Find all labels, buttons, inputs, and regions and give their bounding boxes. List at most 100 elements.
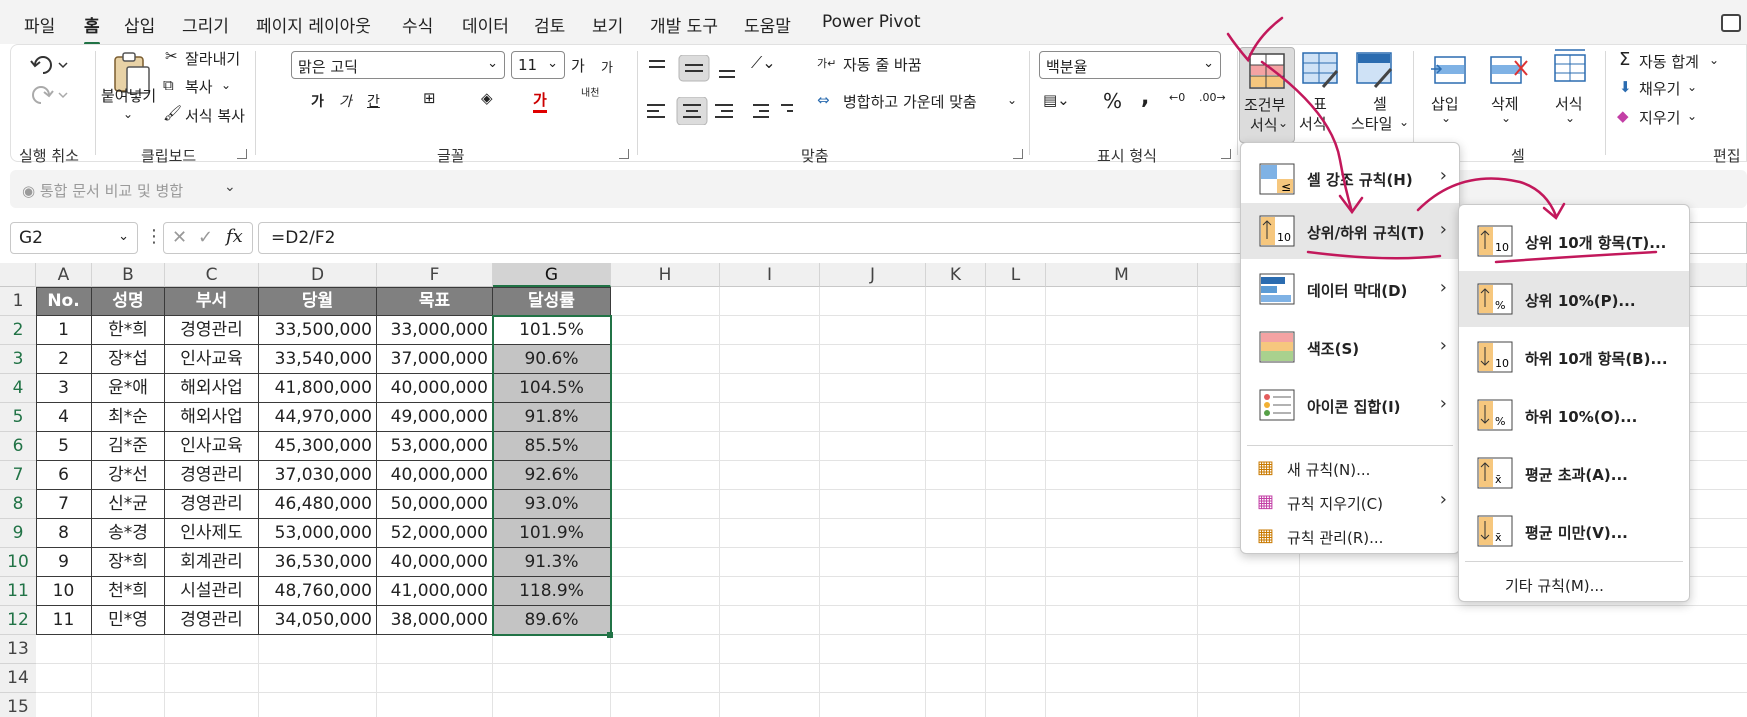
column-header[interactable]: J (820, 263, 926, 287)
column-header[interactable]: I (720, 263, 820, 287)
redo-icon[interactable] (29, 81, 69, 107)
vertical-align-icons[interactable] (643, 55, 743, 83)
menu-item-more-rules[interactable]: 기타 규칙(M)... (1459, 567, 1689, 601)
row-header[interactable]: 12 (0, 606, 36, 635)
table-cell[interactable]: 33,500,000 (259, 316, 377, 345)
shrink-font-button[interactable]: 가 (601, 57, 613, 76)
table-cell[interactable]: 7 (36, 490, 92, 519)
table-cell[interactable]: 3 (36, 374, 92, 403)
copy-button[interactable]: 복사 (185, 76, 213, 97)
chevron-down-icon[interactable]: ⌄ (123, 107, 133, 121)
table-cell[interactable]: 민*영 (92, 606, 165, 635)
chevron-down-icon[interactable]: ⌄ (1441, 111, 1451, 125)
menu-item-color-scales[interactable]: 색조(S) › (1241, 319, 1459, 375)
table-cell[interactable]: 53,000,000 (259, 519, 377, 548)
phonetic-button[interactable]: 내천 (581, 89, 601, 99)
table-cell[interactable]: 50,000,000 (377, 490, 493, 519)
column-header[interactable]: C (165, 263, 259, 287)
table-cell[interactable]: 40,000,000 (377, 461, 493, 490)
row-header[interactable]: 10 (0, 548, 36, 577)
fill-handle[interactable] (607, 632, 613, 638)
more-options-icon[interactable]: ⋮ (145, 226, 163, 247)
column-header[interactable]: K (926, 263, 986, 287)
table-cell[interactable]: 시설관리 (165, 577, 259, 606)
table-cell[interactable]: 36,530,000 (259, 548, 377, 577)
table-cell[interactable]: 김*준 (92, 432, 165, 461)
fill-button[interactable]: 채우기 (1639, 78, 1680, 99)
table-cell[interactable]: 11 (36, 606, 92, 635)
tab-data[interactable]: 데이터 (462, 12, 509, 37)
format-as-table-label-1[interactable]: 표 (1313, 93, 1327, 114)
bold-button[interactable]: 가 (311, 91, 324, 111)
autosum-button[interactable]: 자동 합계 (1639, 51, 1699, 72)
table-cell[interactable]: 경영관리 (165, 461, 259, 490)
table-cell[interactable]: 49,000,000 (377, 403, 493, 432)
compare-merge-button[interactable]: ◉ 통합 문서 비교 및 병합 (22, 180, 183, 201)
decrease-decimal-icon[interactable]: .00→ (1199, 91, 1226, 104)
font-size-select[interactable]: 11 ⌄ (511, 51, 565, 79)
table-cell[interactable]: 강*선 (92, 461, 165, 490)
tab-formulas[interactable]: 수식 (402, 12, 433, 37)
tab-home[interactable]: 홈 (84, 12, 100, 45)
menu-item-top-10-items[interactable]: 10 상위 10개 항목(T)... (1459, 213, 1689, 269)
row-header[interactable]: 5 (0, 403, 36, 432)
accounting-icon[interactable]: ▤⌄ (1043, 91, 1070, 109)
chevron-down-icon[interactable]: ⌄ (1709, 53, 1719, 67)
table-cell[interactable]: 10 (36, 577, 92, 606)
table-cell[interactable]: 44,970,000 (259, 403, 377, 432)
comments-icon[interactable] (1721, 14, 1741, 32)
table-header-cell[interactable]: 당월 (259, 287, 377, 316)
row-header[interactable]: 7 (0, 461, 36, 490)
table-cell[interactable]: 37,000,000 (377, 345, 493, 374)
table-cell[interactable]: 33,000,000 (377, 316, 493, 345)
chevron-down-icon[interactable]: ⌄ (1399, 115, 1409, 129)
table-cell[interactable]: 40,000,000 (377, 548, 493, 577)
row-header[interactable]: 13 (0, 635, 36, 664)
grow-font-button[interactable]: 가 (571, 55, 585, 76)
menu-item-top-10-percent[interactable]: % 상위 10%(P)... (1459, 271, 1689, 327)
percent-button[interactable]: % (1103, 89, 1122, 113)
chevron-down-icon[interactable]: ⌄ (224, 179, 236, 195)
table-cell[interactable]: 9 (36, 548, 92, 577)
tab-draw[interactable]: 그리기 (182, 12, 229, 37)
table-cell[interactable]: 장*희 (92, 548, 165, 577)
horizontal-align-icons[interactable] (643, 97, 793, 125)
merge-center-button[interactable]: 병합하고 가운데 맞춤 (843, 91, 977, 112)
delete-cells-icon[interactable] (1489, 51, 1529, 89)
table-cell[interactable]: 6 (36, 461, 92, 490)
menu-item-above-average[interactable]: x̄ 평균 초과(A)... (1459, 445, 1689, 501)
table-cell[interactable]: 인사교육 (165, 432, 259, 461)
table-cell[interactable]: 46,480,000 (259, 490, 377, 519)
cancel-icon[interactable]: ✕ (172, 227, 187, 248)
wrap-text-button[interactable]: 자동 줄 바꿈 (843, 54, 922, 75)
column-header[interactable]: F (377, 263, 493, 287)
menu-item-manage-rules[interactable]: ▦ 규칙 관리(R)... (1241, 519, 1459, 553)
tab-review[interactable]: 검토 (534, 12, 565, 37)
table-cell[interactable]: 송*경 (92, 519, 165, 548)
fill-color-icon[interactable]: ◈ (481, 89, 493, 107)
table-cell[interactable]: 천*희 (92, 577, 165, 606)
select-all-corner[interactable] (0, 263, 36, 287)
insert-function-button[interactable]: fx (226, 226, 243, 247)
table-cell[interactable]: 37,030,000 (259, 461, 377, 490)
table-cell[interactable]: 41,000,000 (377, 577, 493, 606)
table-cell[interactable]: 경영관리 (165, 490, 259, 519)
format-painter-button[interactable]: 서식 복사 (185, 105, 245, 126)
row-header[interactable]: 4 (0, 374, 36, 403)
table-header-cell[interactable]: 부서 (165, 287, 259, 316)
table-cell[interactable]: 회계관리 (165, 548, 259, 577)
confirm-icon[interactable]: ✓ (198, 227, 213, 248)
table-cell[interactable]: 장*섭 (92, 345, 165, 374)
borders-icon[interactable]: ⊞ (423, 89, 436, 107)
cell-styles-label-1[interactable]: 셀 (1373, 93, 1387, 114)
table-header-cell[interactable]: 달성률 (493, 287, 611, 316)
menu-item-new-rule[interactable]: ▦ 새 규칙(N)... (1241, 451, 1459, 485)
row-header[interactable]: 11 (0, 577, 36, 606)
column-header[interactable]: B (92, 263, 165, 287)
table-cell[interactable]: 53,000,000 (377, 432, 493, 461)
table-cell[interactable]: 해외사업 (165, 403, 259, 432)
row-header[interactable]: 2 (0, 316, 36, 345)
table-cell[interactable]: 34,050,000 (259, 606, 377, 635)
table-cell[interactable]: 인사제도 (165, 519, 259, 548)
increase-decimal-icon[interactable]: ←0 (1169, 91, 1185, 104)
